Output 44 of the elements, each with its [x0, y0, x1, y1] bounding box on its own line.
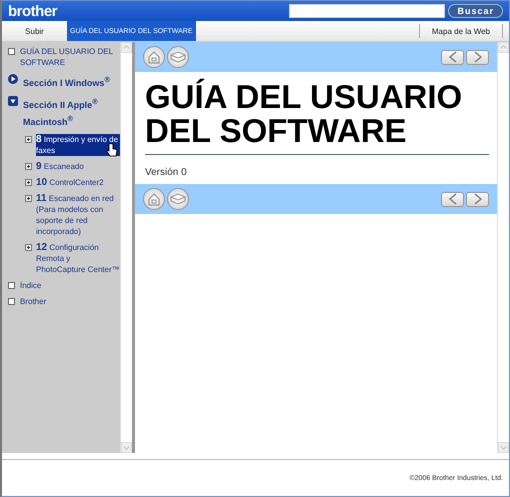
- page-icon: [8, 48, 15, 55]
- tab[interactable]: Subir: [2, 21, 67, 41]
- tab[interactable]: Mapa de la Web: [418, 24, 503, 38]
- chapter-link[interactable]: 9 Escaneado: [36, 161, 84, 172]
- chevron-left-icon: [448, 51, 458, 63]
- nav-link[interactable]: Brother: [20, 296, 46, 307]
- home-icon: [147, 50, 161, 64]
- home-button[interactable]: [143, 46, 165, 68]
- chevron-left-icon: [448, 193, 458, 205]
- previous-button[interactable]: [441, 50, 464, 64]
- search-field[interactable]: [289, 4, 446, 18]
- chapter-link[interactable]: 12 Configuración Remota y PhotoCapture Center™: [36, 242, 120, 275]
- chevron-right-icon: [472, 51, 482, 63]
- book-icon: [170, 50, 186, 64]
- expand-icon[interactable]: [25, 244, 32, 251]
- home-icon: [147, 192, 161, 206]
- page-icon: [8, 298, 15, 305]
- book-button[interactable]: [167, 46, 189, 68]
- chapter-link[interactable]: 11 Escaneado en red (Para modelos con soporte de red incorporado): [36, 193, 120, 237]
- section-link[interactable]: Sección I Windows$^{®}$: [23, 73, 110, 90]
- book-icon: [170, 192, 186, 206]
- chevron-right-icon: [472, 193, 482, 205]
- brand-logo: brother: [8, 2, 57, 20]
- next-button[interactable]: [466, 50, 489, 64]
- section-link[interactable]: Sección II Apple$^{®}$ Macintosh$^{®}$: [23, 95, 120, 129]
- next-button[interactable]: [466, 192, 489, 206]
- expanded-icon[interactable]: [8, 96, 18, 106]
- chapter-link[interactable]: 8 Impresión y envío de faxes: [36, 134, 120, 156]
- expand-icon[interactable]: [25, 195, 32, 202]
- nav-link[interactable]: GUÍA DEL USUARIO DEL SOFTWARE: [20, 46, 120, 68]
- expand-icon[interactable]: [25, 163, 32, 170]
- previous-button[interactable]: [441, 192, 464, 206]
- hand-cursor-icon: [106, 143, 118, 157]
- nav-link[interactable]: Índice: [20, 280, 42, 291]
- home-button[interactable]: [143, 188, 165, 210]
- book-button[interactable]: [167, 188, 189, 210]
- expand-icon[interactable]: [25, 179, 32, 186]
- page-title: GUÍA DEL USUARIO DEL SOFTWARE: [145, 80, 489, 155]
- expand-icon[interactable]: [25, 136, 32, 143]
- page-icon: [8, 282, 15, 289]
- search-button[interactable]: Buscar: [448, 4, 503, 18]
- version-text: Versión 0: [145, 167, 188, 178]
- collapsed-icon[interactable]: [8, 74, 18, 84]
- chapter-link[interactable]: 10 ControlCenter2: [36, 177, 104, 188]
